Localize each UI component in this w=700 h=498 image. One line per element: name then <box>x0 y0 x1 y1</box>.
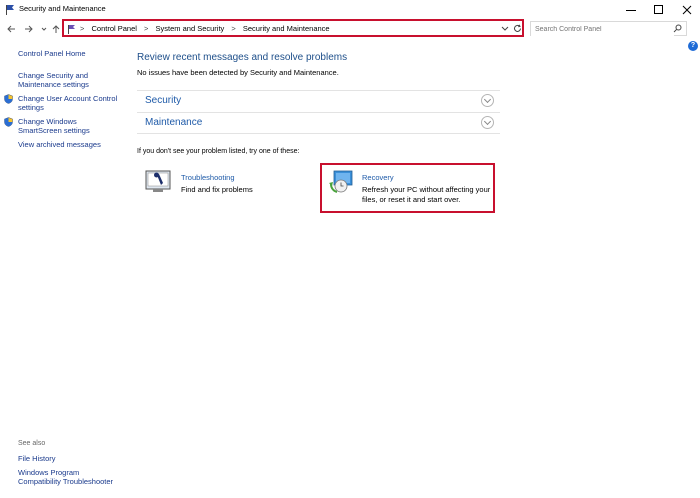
address-bar[interactable]: > Control Panel > System and Security > … <box>62 19 524 37</box>
sidebar-item-view-archived-messages[interactable]: View archived messages <box>18 140 128 149</box>
address-dropdown-icon[interactable] <box>501 24 509 34</box>
page-title: Review recent messages and resolve probl… <box>137 52 348 63</box>
back-arrow-icon <box>7 25 15 33</box>
flag-icon <box>5 4 16 15</box>
breadcrumb-system-and-security[interactable]: System and Security <box>156 24 225 33</box>
sidebar-item-change-security-settings[interactable]: Change Security and Maintenance settings <box>18 71 98 89</box>
sidebar-item-change-smartscreen-settings[interactable]: Change Windows SmartScreen settings <box>18 117 120 135</box>
security-section-label[interactable]: Security <box>145 95 181 106</box>
see-also-compatibility-troubleshooter[interactable]: Windows Program Compatibility Troublesho… <box>18 468 118 486</box>
troubleshooting-icon[interactable] <box>145 170 173 196</box>
forward-button[interactable] <box>22 22 36 36</box>
up-button[interactable] <box>49 22 63 36</box>
chevron-down-icon[interactable] <box>481 116 494 129</box>
minimize-button[interactable] <box>617 0 645 19</box>
see-also-heading: See also <box>18 440 46 447</box>
recovery-link[interactable]: Recovery <box>362 173 394 182</box>
help-icon[interactable]: ? <box>688 41 698 51</box>
recovery-description: Refresh your PC without affecting your f… <box>362 185 491 204</box>
shield-icon <box>4 94 13 106</box>
control-panel-icon <box>67 24 77 36</box>
search-box[interactable] <box>530 21 687 36</box>
security-section[interactable]: Security <box>137 90 500 111</box>
see-also-file-history[interactable]: File History <box>18 454 56 463</box>
maintenance-section-label[interactable]: Maintenance <box>145 117 202 128</box>
troubleshooting-link[interactable]: Troubleshooting <box>181 173 235 182</box>
window-title: Security and Maintenance <box>19 4 106 13</box>
chevron-down-icon[interactable] <box>481 94 494 107</box>
search-icon[interactable] <box>673 24 682 35</box>
refresh-icon[interactable] <box>513 24 522 35</box>
maximize-button[interactable] <box>645 0 673 19</box>
sidebar-item-change-uac-settings[interactable]: Change User Account Control settings <box>18 94 120 112</box>
back-button[interactable] <box>4 22 18 36</box>
chevron-down-icon <box>41 27 47 31</box>
troubleshooting-description: Find and fix problems <box>181 185 253 194</box>
title-bar: Security and Maintenance <box>0 0 700 19</box>
shield-icon <box>4 117 13 129</box>
breadcrumb-security-and-maintenance[interactable]: Security and Maintenance <box>243 24 330 33</box>
status-message: No issues have been detected by Security… <box>137 68 339 77</box>
recovery-icon[interactable] <box>327 170 355 198</box>
close-button[interactable] <box>673 0 700 19</box>
sidebar-item-control-panel-home[interactable]: Control Panel Home <box>18 49 118 58</box>
hint-text: If you don't see your problem listed, tr… <box>137 148 300 155</box>
up-arrow-icon <box>52 25 60 33</box>
breadcrumb: > Control Panel > System and Security > … <box>80 24 330 33</box>
forward-arrow-icon <box>25 25 33 33</box>
breadcrumb-control-panel[interactable]: Control Panel <box>91 24 136 33</box>
search-input[interactable] <box>531 22 674 36</box>
maintenance-section[interactable]: Maintenance <box>137 112 500 134</box>
